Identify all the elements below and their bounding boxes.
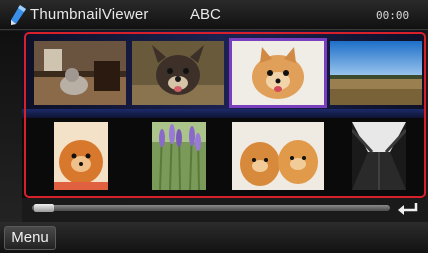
photo-french-bulldog [132,41,224,105]
title-bar: ThumbnailViewer ABC 00:00 [0,0,428,30]
scrollbar-thumb[interactable] [34,204,54,212]
app-title: ThumbnailViewer [30,6,149,23]
thumbnail-pomeranian-face[interactable] [229,38,327,108]
photo-dog-indoors [34,41,126,105]
folder-name: ABC [190,6,221,23]
photo-lavender-flowers [152,122,206,190]
pencil-icon [11,5,26,25]
thumbnail-pomeranian-orange[interactable] [54,122,108,190]
photo-field-landscape [330,41,422,105]
scrollbar-track[interactable] [32,205,390,211]
thumbnail-viewer-screen: ThumbnailViewer ABC 00:00 Menu [0,0,428,253]
photo-pomeranian-face [232,41,324,105]
photo-pomeranian-orange [54,122,108,190]
thumbnail-dog-indoors[interactable] [34,41,126,105]
left-rail [0,31,22,231]
thumbnail-french-bulldog[interactable] [132,41,224,105]
thumbnail-two-pomeranians[interactable] [232,122,324,190]
bottom-bar [0,222,428,253]
clock: 00:00 [376,9,410,22]
thumbnail-lavender-flowers[interactable] [152,122,206,190]
thumbnail-bridge-walkway[interactable] [352,122,406,190]
thumbnail-field-landscape[interactable] [330,41,422,105]
return-arrow-icon[interactable] [396,199,420,217]
photo-bridge-walkway [352,122,406,190]
photo-two-pomeranians [232,122,324,190]
menu-button[interactable]: Menu [4,226,56,250]
row-separator [22,109,425,118]
